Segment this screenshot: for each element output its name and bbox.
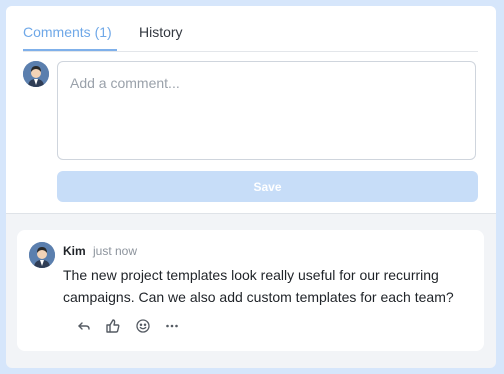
comment-timestamp: just now: [93, 244, 138, 258]
reply-icon[interactable]: [76, 318, 92, 334]
comments-panel: Comments (1) History Add a comment... Sa…: [6, 6, 496, 368]
comment-author: Kim: [63, 244, 86, 258]
tab-comments[interactable]: Comments (1): [23, 24, 112, 40]
emoji-icon[interactable]: [135, 318, 151, 334]
save-button[interactable]: Save: [57, 171, 478, 202]
tab-bar: Comments (1) History: [23, 20, 478, 52]
comment-input-placeholder: Add a comment...: [70, 75, 180, 91]
comment-text: The new project templates look really us…: [63, 267, 454, 305]
current-user-avatar: [23, 61, 49, 87]
comment-card: Kim just now The new project templates l…: [17, 230, 484, 351]
more-icon[interactable]: [164, 318, 180, 334]
tab-history[interactable]: History: [139, 24, 183, 40]
comment-composer-section: Comments (1) History Add a comment... Sa…: [6, 6, 496, 214]
comment-author-avatar: [29, 242, 55, 268]
active-tab-indicator: [23, 49, 117, 51]
comment-input[interactable]: Add a comment...: [57, 61, 476, 160]
thumbs-up-icon[interactable]: [105, 318, 121, 334]
save-button-label: Save: [253, 179, 282, 194]
